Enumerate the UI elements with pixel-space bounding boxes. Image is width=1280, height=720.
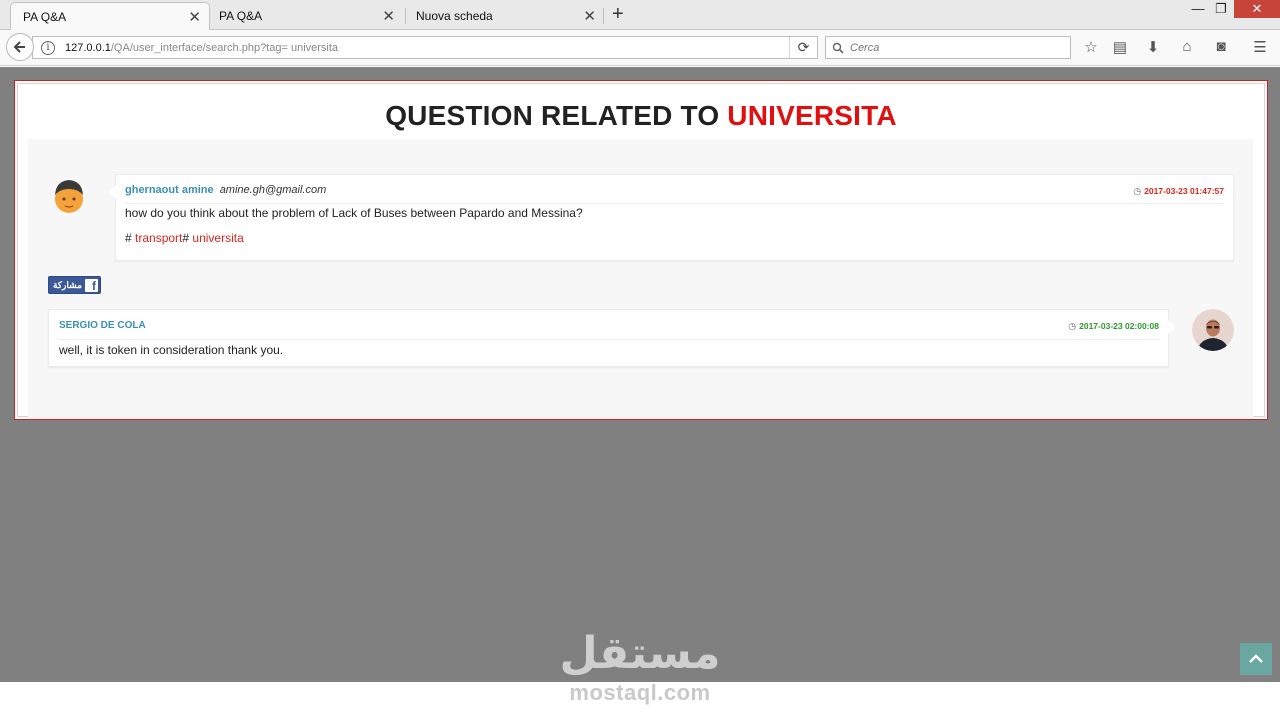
restore-button[interactable]: ❐ bbox=[1207, 0, 1235, 18]
close-tab-icon[interactable]: ✕ bbox=[382, 7, 395, 25]
tag-transport[interactable]: transport bbox=[135, 231, 182, 245]
clock-icon: ◷ bbox=[1068, 321, 1077, 331]
page-title-tag: UNIVERSITA bbox=[727, 100, 897, 131]
question-panel: ghernaout amine amine.gh@gmail.com ◷ 2017… bbox=[28, 139, 1253, 419]
pocket-icon[interactable]: ◙ bbox=[1211, 38, 1231, 55]
site-info-icon[interactable]: i bbox=[41, 40, 55, 55]
close-window-button[interactable]: ✕ bbox=[1234, 0, 1280, 18]
question-header: ghernaout amine amine.gh@gmail.com ◷ 2017… bbox=[125, 184, 1224, 204]
question-tags: # transport# universita bbox=[125, 231, 244, 245]
tag-hash: # bbox=[125, 231, 132, 245]
back-button[interactable] bbox=[6, 33, 34, 61]
reload-icon[interactable]: ⟳ bbox=[789, 37, 817, 58]
answer-timestamp: ◷ 2017-03-23 02:00:08 bbox=[1068, 321, 1159, 332]
menu-icon[interactable]: ☰ bbox=[1250, 38, 1270, 56]
question-author[interactable]: ghernaout amine bbox=[125, 184, 214, 196]
tab-pa-qa-2[interactable]: PA Q&A ✕ bbox=[207, 2, 403, 30]
search-placeholder: Cerca bbox=[850, 41, 880, 54]
results-frame: QUESTION RELATED TO UNIVERSITA ghernaout… bbox=[14, 80, 1268, 420]
browser-tab-bar: PA Q&A ✕ PA Q&A ✕ Nuova scheda ✕ + — ❐ ✕ bbox=[0, 0, 1280, 30]
tab-separator bbox=[603, 8, 604, 24]
answer-card: SERGIO DE COLA ◷ 2017-03-23 02:00:08 well… bbox=[48, 309, 1176, 367]
close-tab-icon[interactable]: ✕ bbox=[188, 8, 201, 26]
answer-header: SERGIO DE COLA ◷ 2017-03-23 02:00:08 bbox=[59, 320, 1159, 340]
question-timestamp-text: 2017-03-23 01:47:57 bbox=[1144, 186, 1224, 196]
tab-nuova-scheda[interactable]: Nuova scheda ✕ bbox=[404, 2, 604, 30]
answer-text: well, it is token in consideration thank… bbox=[59, 343, 284, 357]
address-bar[interactable]: i 127.0.0.1/QA/user_interface/search.php… bbox=[32, 36, 818, 59]
share-label: مشاركة bbox=[52, 279, 82, 290]
page-title: QUESTION RELATED TO UNIVERSITA bbox=[18, 100, 1264, 132]
tag-universita[interactable]: universita bbox=[192, 231, 243, 245]
close-tab-icon[interactable]: ✕ bbox=[583, 7, 596, 25]
magnifier-icon bbox=[832, 42, 844, 54]
browser-nav-bar: i 127.0.0.1/QA/user_interface/search.php… bbox=[0, 30, 1280, 66]
tab-label: PA Q&A bbox=[219, 9, 263, 23]
download-icon[interactable]: ⬇ bbox=[1143, 38, 1163, 56]
url-path: /QA/user_interface/search.php?tag= unive… bbox=[110, 41, 339, 54]
search-box[interactable]: Cerca bbox=[825, 36, 1071, 59]
page-viewport: QUESTION RELATED TO UNIVERSITA ghernaout… bbox=[0, 67, 1280, 682]
home-icon[interactable]: ⌂ bbox=[1177, 38, 1197, 55]
facebook-icon: f bbox=[85, 278, 98, 293]
url-host: 127.0.0.1 bbox=[65, 41, 111, 54]
watermark-arabic: مستقل bbox=[559, 628, 721, 679]
question-timestamp: ◷ 2017-03-23 01:47:57 bbox=[1133, 186, 1224, 197]
answerer-avatar bbox=[1192, 309, 1234, 351]
facebook-share-button[interactable]: مشاركة f bbox=[48, 276, 101, 294]
question-text: how do you think about the problem of La… bbox=[125, 206, 583, 220]
tag-hash: # bbox=[182, 231, 190, 245]
bookmark-star-icon[interactable]: ☆ bbox=[1081, 38, 1101, 56]
back-arrow-icon bbox=[13, 41, 25, 53]
new-tab-button[interactable]: + bbox=[612, 3, 624, 26]
tab-pa-qa-1[interactable]: PA Q&A ✕ bbox=[10, 2, 210, 30]
clock-icon: ◷ bbox=[1133, 186, 1142, 196]
asker-avatar bbox=[55, 180, 83, 213]
reading-list-icon[interactable]: ▤ bbox=[1110, 38, 1130, 56]
url-text[interactable]: 127.0.0.1/QA/user_interface/search.php?t… bbox=[65, 42, 338, 54]
tab-label: PA Q&A bbox=[23, 9, 67, 24]
question-card: ghernaout amine amine.gh@gmail.com ◷ 2017… bbox=[108, 174, 1234, 261]
answer-timestamp-text: 2017-03-23 02:00:08 bbox=[1079, 321, 1159, 331]
results-frame-inner: QUESTION RELATED TO UNIVERSITA ghernaout… bbox=[17, 83, 1265, 419]
answer-author[interactable]: SERGIO DE COLA bbox=[59, 320, 146, 331]
watermark-latin: mostaql.com bbox=[569, 680, 711, 705]
page-title-prefix: QUESTION RELATED TO bbox=[385, 100, 728, 131]
tab-label: Nuova scheda bbox=[416, 9, 493, 23]
question-author-email: amine.gh@gmail.com bbox=[219, 184, 327, 196]
